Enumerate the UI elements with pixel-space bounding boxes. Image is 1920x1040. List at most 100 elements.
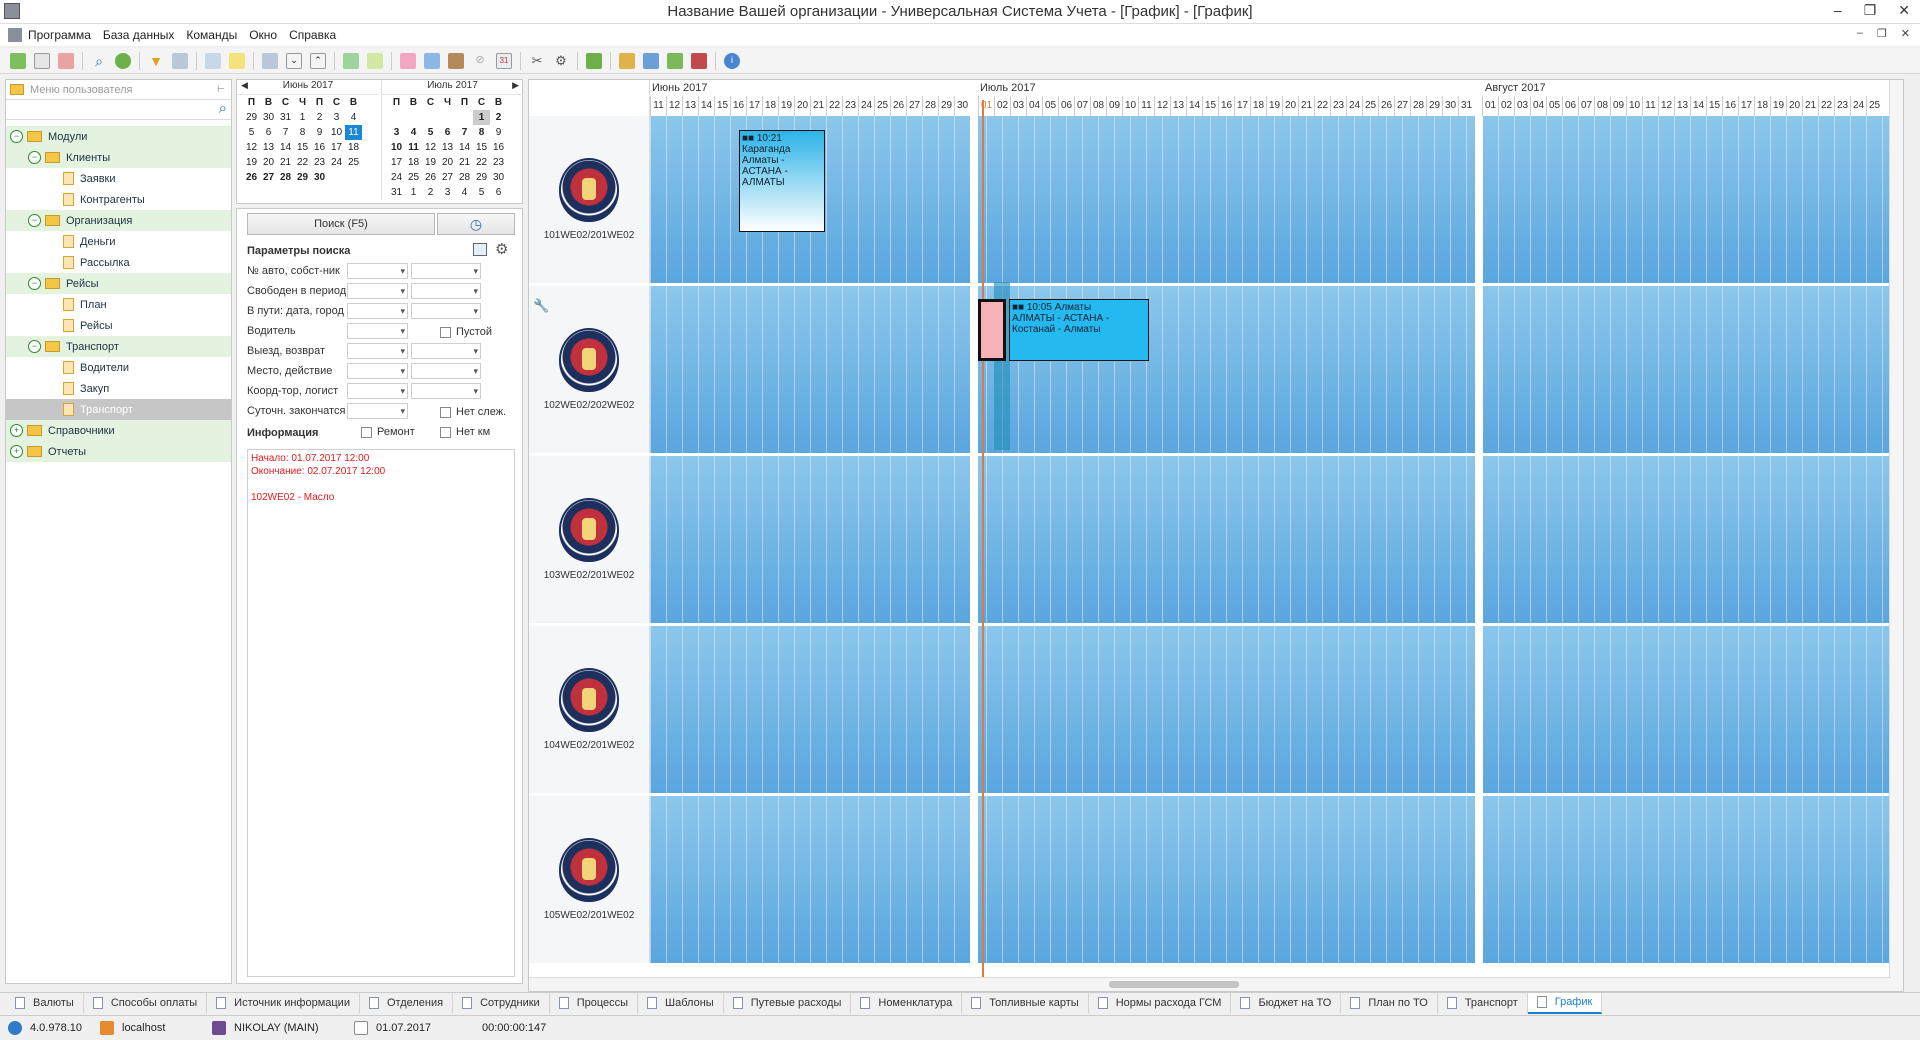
settings-icon[interactable]: ⚙ [495, 240, 508, 258]
calendar-day[interactable]: 5 [422, 125, 439, 140]
tree-item[interactable]: Закуп [6, 378, 231, 399]
calendar-day[interactable]: 13 [439, 140, 456, 155]
window-new-icon[interactable] [424, 52, 440, 69]
param-combo-1[interactable] [347, 403, 408, 419]
search-icon[interactable]: ⌕ [219, 100, 227, 117]
menu-search-input[interactable]: ⌕ [6, 100, 231, 120]
calendar-day[interactable]: 24 [328, 155, 345, 170]
truck-timeline[interactable] [650, 116, 1903, 283]
param-combo-2[interactable] [411, 283, 481, 299]
vertical-scrollbar[interactable] [1889, 80, 1903, 991]
calendar-day[interactable]: 27 [260, 170, 277, 185]
tab-item[interactable]: Путевые расходы [724, 992, 852, 1014]
calendar-day[interactable]: 17 [328, 140, 345, 155]
calendar-day[interactable]: 4 [345, 110, 362, 125]
tab-item[interactable]: План по ТО [1341, 992, 1438, 1014]
tree-item[interactable]: − Организация [6, 210, 231, 231]
tab-item[interactable]: Нормы расхода ГСМ [1089, 992, 1232, 1014]
calendar-day[interactable]: 5 [243, 125, 260, 140]
group-icon[interactable] [667, 52, 683, 69]
mdi-restore-button[interactable]: ❐ [1877, 27, 1887, 40]
param-combo-2[interactable] [411, 363, 481, 379]
users-icon[interactable] [643, 52, 659, 69]
mdi-minimize-button[interactable]: – [1857, 27, 1863, 40]
tree-item[interactable]: Деньги [6, 231, 231, 252]
repair-checkbox[interactable] [361, 427, 372, 438]
tree-item[interactable]: − Транспорт [6, 336, 231, 357]
calendar-day[interactable]: 21 [277, 155, 294, 170]
calendar-day[interactable]: 19 [243, 155, 260, 170]
tab-item[interactable]: Сотрудники [453, 992, 550, 1014]
calendar-day[interactable]: 10 [328, 125, 345, 140]
calendar-day[interactable]: 24 [388, 170, 405, 185]
param-combo-2[interactable] [411, 303, 481, 319]
no-tracking-checkbox[interactable] [440, 407, 451, 418]
truck-timeline[interactable] [650, 286, 1903, 453]
calendar-day[interactable]: 3 [439, 185, 456, 200]
calendar-day[interactable]: 10 [388, 140, 405, 155]
calendar-day[interactable]: 11 [405, 140, 422, 155]
tree-item[interactable]: − Клиенты [6, 147, 231, 168]
calendar-day[interactable] [456, 110, 473, 125]
wrench-icon[interactable]: ⚙ [553, 53, 569, 69]
param-combo-1[interactable] [347, 323, 408, 339]
collapse-icon[interactable]: − [10, 130, 23, 143]
calendar-day[interactable]: 25 [345, 155, 362, 170]
tab-item[interactable]: Бюджет на ТО [1231, 992, 1342, 1014]
calendar-day[interactable]: 9 [490, 125, 507, 140]
trip-event[interactable]: ■■ 10:21 Караганда Алматы - АСТАНА - АЛМ… [739, 130, 825, 232]
calendar-day[interactable] [405, 110, 422, 125]
tab-item[interactable]: Процессы [550, 992, 639, 1014]
truck-timeline[interactable] [650, 796, 1903, 963]
tab-item[interactable]: Топливные карты [962, 992, 1089, 1014]
calendar-day[interactable]: 3 [328, 110, 345, 125]
calendar-day[interactable]: 6 [260, 125, 277, 140]
menu-window[interactable]: Окно [249, 28, 277, 42]
calendar-day[interactable]: 26 [243, 170, 260, 185]
tree-item[interactable]: − Модули [6, 126, 231, 147]
export-icon[interactable] [262, 52, 278, 69]
param-combo-1[interactable] [347, 383, 408, 399]
calendar-day[interactable]: 14 [456, 140, 473, 155]
tools-icon[interactable]: ✂ [529, 53, 545, 69]
param-combo-1[interactable] [347, 283, 408, 299]
calendar-day[interactable]: 4 [456, 185, 473, 200]
maintenance-event[interactable] [978, 299, 1006, 361]
tab-item[interactable]: Номенклатура [851, 992, 963, 1014]
tree-item[interactable]: + Отчеты [6, 441, 231, 462]
calendar-day[interactable]: 1 [473, 110, 490, 125]
calendar-day[interactable]: 28 [277, 170, 294, 185]
calendar-day[interactable]: 15 [473, 140, 490, 155]
calendar-day[interactable]: 9 [311, 125, 328, 140]
truck-timeline[interactable] [650, 626, 1903, 793]
no-km-checkbox[interactable] [440, 427, 451, 438]
calendar-day[interactable]: 27 [439, 170, 456, 185]
calendar-day[interactable] [388, 110, 405, 125]
menu-database[interactable]: База данных [103, 28, 174, 42]
refresh-icon[interactable] [115, 52, 131, 69]
tab-item[interactable]: Источник информации [207, 992, 360, 1014]
calendar-day[interactable]: 12 [422, 140, 439, 155]
new-icon[interactable] [10, 52, 26, 69]
horizontal-scrollbar[interactable] [529, 977, 1891, 991]
menu-help[interactable]: Справка [289, 28, 336, 42]
calendar-day[interactable]: 1 [405, 185, 422, 200]
calendar-day[interactable]: 6 [490, 185, 507, 200]
collapse-icon[interactable]: − [28, 214, 41, 227]
clock-icon[interactable]: ◷ [437, 213, 515, 235]
empty-checkbox[interactable] [440, 327, 451, 338]
calendar-day[interactable]: 7 [277, 125, 294, 140]
calendar-day[interactable] [439, 110, 456, 125]
calendar-day[interactable] [422, 110, 439, 125]
exit-icon[interactable] [691, 52, 707, 69]
check-icon[interactable] [586, 52, 602, 69]
tab-item[interactable]: Способы оплаты [84, 992, 208, 1014]
maximize-button[interactable]: ❐ [1864, 2, 1877, 19]
param-combo-1[interactable] [347, 343, 408, 359]
param-combo-2[interactable] [411, 343, 481, 359]
lock-icon[interactable] [619, 52, 635, 69]
calendar-day[interactable]: 18 [405, 155, 422, 170]
calendar-day[interactable]: 13 [260, 140, 277, 155]
expand-icon[interactable]: ⌃ [310, 52, 326, 69]
calendar-day[interactable]: 19 [422, 155, 439, 170]
